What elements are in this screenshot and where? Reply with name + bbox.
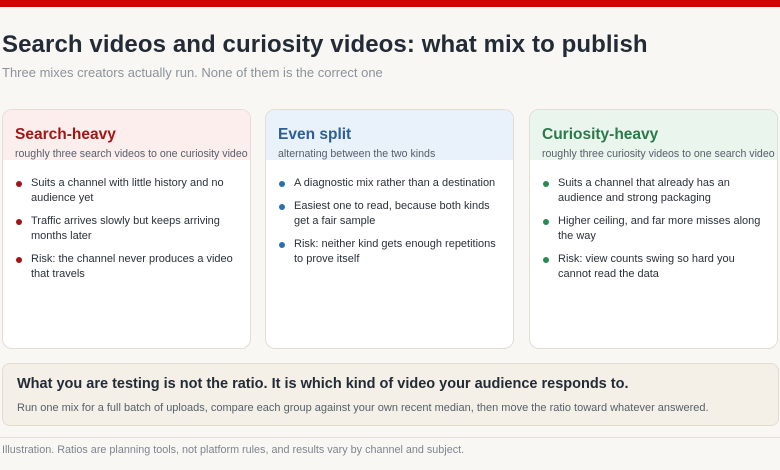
card-even-split: Even split alternating between the two k… xyxy=(265,109,514,349)
card-list: Suits a channel with little history and … xyxy=(3,160,250,282)
card-title: Even split xyxy=(278,126,352,143)
card-search-heavy: Search-heavy roughly three search videos… xyxy=(2,109,251,349)
bullet-dot-icon xyxy=(16,257,22,263)
list-item: Higher ceiling, and far more misses alon… xyxy=(542,214,765,244)
takeaway-callout: What you are testing is not the ratio. I… xyxy=(2,363,779,426)
card-list: Suits a channel that already has an audi… xyxy=(530,160,777,282)
callout-title: What you are testing is not the ratio. I… xyxy=(17,376,629,392)
bullet-dot-icon xyxy=(279,204,285,210)
bullet-dot-icon xyxy=(543,181,549,187)
card-subtitle: roughly three curiosity videos to one se… xyxy=(542,148,775,160)
list-item-text: Easiest one to read, because both kinds … xyxy=(294,200,490,227)
list-item-text: A diagnostic mix rather than a destinati… xyxy=(294,177,496,189)
list-item: Risk: view counts swing so hard you cann… xyxy=(542,252,765,282)
card-title: Search-heavy xyxy=(15,126,116,143)
list-item-text: Suits a channel that already has an audi… xyxy=(558,177,730,204)
card-header: Search-heavy roughly three search videos… xyxy=(3,110,250,160)
list-item: Risk: the channel never produces a video… xyxy=(15,252,238,282)
bullet-dot-icon xyxy=(279,181,285,187)
bullet-dot-icon xyxy=(543,219,549,225)
footer-divider xyxy=(0,437,780,438)
list-item-text: Suits a channel with little history and … xyxy=(31,177,224,204)
page-title: Search videos and curiosity videos: what… xyxy=(2,31,648,58)
list-item: Traffic arrives slowly but keeps arrivin… xyxy=(15,214,238,244)
list-item-text: Traffic arrives slowly but keeps arrivin… xyxy=(31,215,220,242)
card-header: Even split alternating between the two k… xyxy=(266,110,513,160)
footnote: Illustration. Ratios are planning tools,… xyxy=(2,444,465,456)
top-accent-bar xyxy=(0,0,780,7)
list-item-text: Higher ceiling, and far more misses alon… xyxy=(558,215,761,242)
card-header: Curiosity-heavy roughly three curiosity … xyxy=(530,110,777,160)
bullet-dot-icon xyxy=(543,257,549,263)
list-item: A diagnostic mix rather than a destinati… xyxy=(278,176,501,191)
card-curiosity-heavy: Curiosity-heavy roughly three curiosity … xyxy=(529,109,778,349)
card-title: Curiosity-heavy xyxy=(542,126,659,143)
bullet-dot-icon xyxy=(16,219,22,225)
page-subtitle: Three mixes creators actually run. None … xyxy=(2,65,383,80)
card-subtitle: alternating between the two kinds xyxy=(278,148,436,160)
list-item-text: Risk: neither kind gets enough repetitio… xyxy=(294,238,496,265)
bullet-dot-icon xyxy=(279,242,285,248)
callout-body: Run one mix for a full batch of uploads,… xyxy=(17,402,709,414)
list-item-text: Risk: the channel never produces a video… xyxy=(31,253,233,280)
card-subtitle: roughly three search videos to one curio… xyxy=(15,148,248,160)
list-item-text: Risk: view counts swing so hard you cann… xyxy=(558,253,735,280)
bullet-dot-icon xyxy=(16,181,22,187)
list-item: Suits a channel with little history and … xyxy=(15,176,238,206)
list-item: Easiest one to read, because both kinds … xyxy=(278,199,501,229)
list-item: Suits a channel that already has an audi… xyxy=(542,176,765,206)
card-list: A diagnostic mix rather than a destinati… xyxy=(266,160,513,267)
list-item: Risk: neither kind gets enough repetitio… xyxy=(278,237,501,267)
